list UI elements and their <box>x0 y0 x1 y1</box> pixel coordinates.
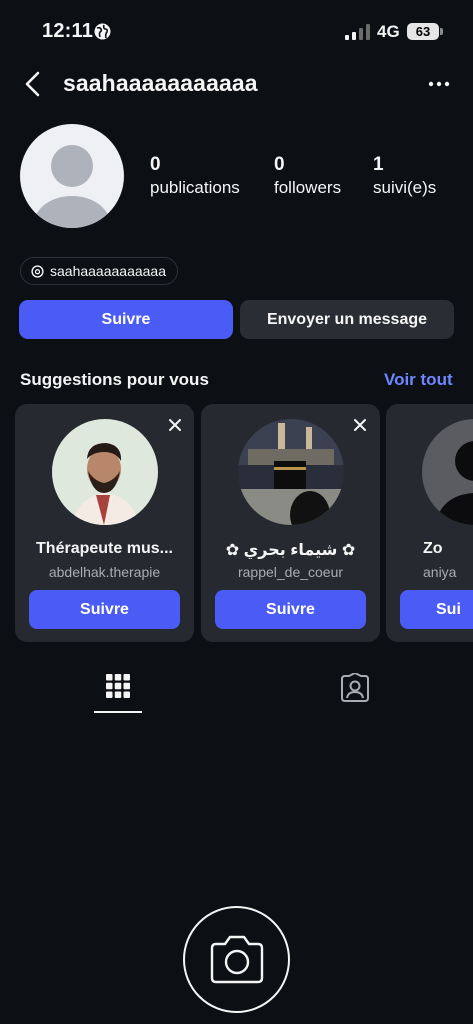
threads-badge[interactable]: saahaaaaaaaaaaa <box>20 257 179 285</box>
following-count: 1 <box>373 154 384 175</box>
battery-level: 63 <box>407 23 439 40</box>
threads-handle: saahaaaaaaaaaaa <box>50 263 167 279</box>
following-label: suivi(e)s <box>373 178 437 197</box>
suggestion-name: ✿ شيماء بحري ✿ <box>225 542 356 559</box>
tab-tagged[interactable] <box>332 666 378 712</box>
stat-following[interactable]: 1 suivi(e)s <box>373 154 436 198</box>
empty-posts-camera <box>183 906 290 1013</box>
more-options-button[interactable] <box>426 73 452 95</box>
back-arrow-icon <box>25 71 40 97</box>
tab-posts-grid[interactable] <box>94 666 142 714</box>
followers-label: followers <box>274 178 342 197</box>
back-button[interactable] <box>22 70 48 98</box>
suggestion-handle: abdelhak.therapie <box>48 564 161 580</box>
suggestion-card: Zo aniya Sui <box>386 404 473 642</box>
tagged-icon <box>341 673 369 702</box>
follow-button[interactable]: Suivre <box>19 300 233 339</box>
suggestion-follow-button[interactable]: Sui <box>400 590 473 629</box>
suggestion-handle: aniya <box>423 564 457 580</box>
suggestion-name: Thérapeute mus... <box>36 540 173 557</box>
grid-icon <box>106 674 130 698</box>
signal-icon <box>345 24 370 40</box>
close-icon[interactable] <box>351 416 369 434</box>
status-bar: 12:11 4G 63 <box>0 0 473 60</box>
suggestion-handle: rappel_de_coeur <box>237 564 344 580</box>
publications-label: publications <box>150 178 240 197</box>
stat-publications[interactable]: 0 publications <box>150 154 240 198</box>
suggestion-card: Thérapeute mus... abdelhak.therapie Suiv… <box>15 404 194 642</box>
suggestions-title: Suggestions pour vous <box>20 370 209 389</box>
suggestion-avatar[interactable] <box>422 419 473 525</box>
publications-count: 0 <box>150 154 161 175</box>
send-message-button[interactable]: Envoyer un message <box>240 300 454 339</box>
camera-icon <box>210 935 264 984</box>
profile-username: saahaaaaaaaaaaa <box>63 70 258 96</box>
status-time: 12:11 <box>42 20 94 42</box>
default-avatar-icon <box>34 145 110 228</box>
more-dots-icon <box>428 81 450 87</box>
see-all-link[interactable]: Voir tout <box>384 370 453 390</box>
stat-followers[interactable]: 0 followers <box>274 154 341 198</box>
profile-avatar[interactable] <box>20 124 124 228</box>
close-icon[interactable] <box>166 416 184 434</box>
suggestion-card: ✿ شيماء بحري ✿ rappel_de_coeur Suivre <box>201 404 380 642</box>
followers-count: 0 <box>274 154 285 175</box>
suggestion-follow-button[interactable]: Suivre <box>29 590 180 629</box>
suggestion-avatar[interactable] <box>52 419 158 525</box>
globe-icon <box>94 23 111 40</box>
network-type: 4G <box>377 22 400 41</box>
threads-icon <box>31 264 44 278</box>
active-tab-indicator <box>94 711 142 713</box>
battery-tip <box>440 28 443 35</box>
suggestion-follow-button[interactable]: Suivre <box>215 590 366 629</box>
suggestion-name: Zo <box>423 540 443 557</box>
suggestion-avatar[interactable] <box>238 419 344 525</box>
